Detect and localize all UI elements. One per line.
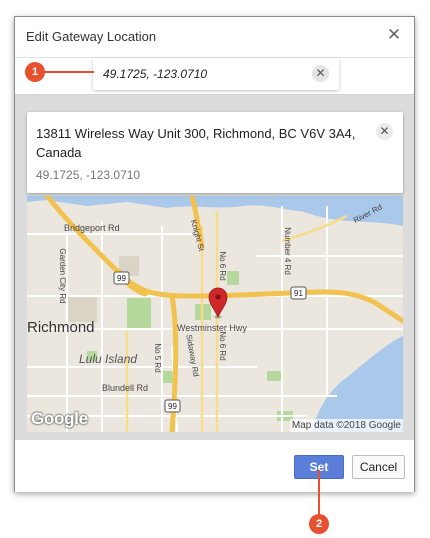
map-label-no6-bottom: No 6 Rd bbox=[218, 331, 227, 360]
callout-2: 2 bbox=[309, 514, 329, 534]
dialog-title: Edit Gateway Location bbox=[26, 29, 157, 44]
map-label-lulu-island: Lulu Island bbox=[79, 352, 137, 366]
map-graphic: 99 91 99 Bridgeport Rd Garden City Rd Kn… bbox=[27, 196, 403, 432]
dialog-titlebar: Edit Gateway Location ✕ bbox=[15, 17, 414, 58]
map-label-no6-top: No 6 Rd bbox=[218, 251, 227, 280]
location-address: 13811 Wireless Way Unit 300, Richmond, B… bbox=[36, 126, 356, 160]
dialog-footer: Set Cancel bbox=[15, 440, 414, 492]
edit-location-dialog: Edit Gateway Location ✕ 49.1725, -123.07… bbox=[14, 16, 415, 492]
map-label-no5: No 5 Rd bbox=[153, 343, 162, 372]
map-label-richmond: Richmond bbox=[27, 319, 95, 336]
map-attribution[interactable]: Map data ©2018 Google bbox=[289, 419, 403, 432]
highway-99-bottom-shield: 99 bbox=[168, 402, 177, 411]
map-label-blundell: Blundell Rd bbox=[102, 383, 148, 393]
search-input[interactable]: 49.1725, -123.0710 bbox=[103, 67, 207, 81]
clear-icon[interactable]: ✕ bbox=[376, 123, 393, 140]
google-logo: Google bbox=[31, 409, 88, 428]
map-view[interactable]: 99 91 99 Bridgeport Rd Garden City Rd Kn… bbox=[27, 196, 403, 432]
callout-1: 1 bbox=[25, 62, 45, 82]
location-info-card: 13811 Wireless Way Unit 300, Richmond, B… bbox=[27, 112, 403, 193]
highway-99-top-shield: 99 bbox=[117, 274, 126, 283]
map-panel: 13811 Wireless Way Unit 300, Richmond, B… bbox=[15, 94, 414, 441]
map-label-westminster: Westminster Hwy bbox=[177, 323, 247, 333]
location-coordinates: 49.1725, -123.0710 bbox=[36, 168, 141, 182]
map-label-number4: Number 4 Rd bbox=[283, 227, 292, 275]
close-icon[interactable]: ✕ bbox=[386, 26, 402, 43]
clear-icon[interactable]: ✕ bbox=[312, 65, 329, 82]
map-label-garden-city: Garden City Rd bbox=[58, 248, 67, 303]
callout-2-line bbox=[318, 470, 320, 515]
coordinate-search-box[interactable]: 49.1725, -123.0710 ✕ bbox=[93, 58, 339, 90]
callout-1-line bbox=[44, 71, 94, 73]
map-label-bridgeport: Bridgeport Rd bbox=[64, 223, 120, 233]
highway-91-shield: 91 bbox=[294, 289, 303, 298]
cancel-button[interactable]: Cancel bbox=[352, 455, 405, 479]
